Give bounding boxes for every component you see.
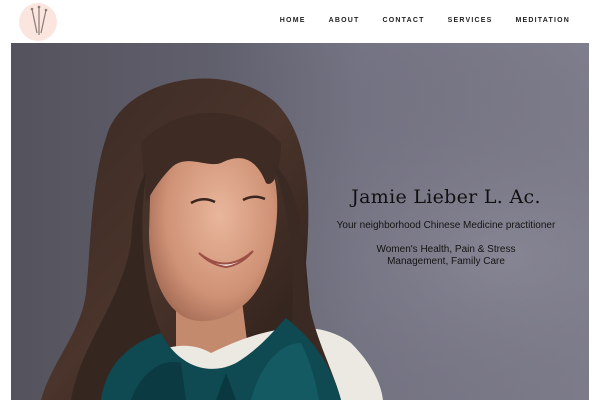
site-header: HOME ABOUT CONTACT SERVICES MEDITATION	[0, 0, 600, 43]
nav-meditation[interactable]: MEDITATION	[515, 17, 570, 24]
acupuncture-needles-logo-icon[interactable]	[19, 3, 57, 41]
hero-banner: Jamie Lieber L. Ac. Your neighborhood Ch…	[11, 43, 589, 400]
nav-about[interactable]: ABOUT	[329, 17, 360, 24]
hero-subtitle: Your neighborhood Chinese Medicine pract…	[336, 220, 556, 231]
nav-home[interactable]: HOME	[280, 17, 306, 24]
hero-text-block: Jamie Lieber L. Ac. Your neighborhood Ch…	[331, 186, 561, 268]
nav-contact[interactable]: CONTACT	[383, 17, 425, 24]
main-nav: HOME ABOUT CONTACT SERVICES MEDITATION	[257, 17, 570, 24]
hero-title: Jamie Lieber L. Ac.	[351, 186, 541, 208]
nav-services[interactable]: SERVICES	[448, 17, 493, 24]
hero-description: Women's Health, Pain & Stress Management…	[376, 244, 516, 267]
